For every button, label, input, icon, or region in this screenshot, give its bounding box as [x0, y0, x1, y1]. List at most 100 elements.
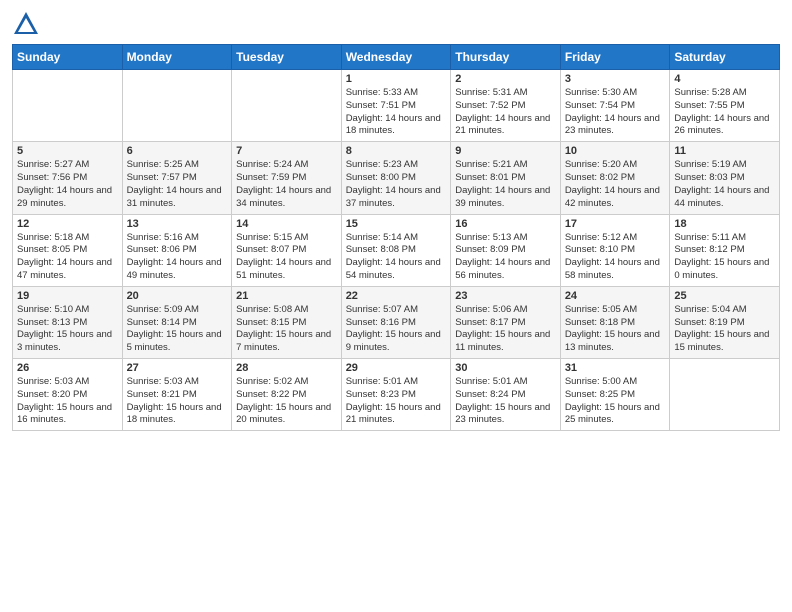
day-detail: Sunrise: 5:05 AM Sunset: 8:18 PM Dayligh… [565, 304, 666, 355]
calendar-cell: 13 Sunrise: 5:16 AM Sunset: 8:06 PM Dayli… [122, 214, 232, 286]
calendar-cell: 15 Sunrise: 5:14 AM Sunset: 8:08 PM Dayli… [341, 214, 451, 286]
calendar-cell: 29 Sunrise: 5:01 AM Sunset: 8:23 PM Dayli… [341, 359, 451, 431]
day-number: 18 [674, 218, 775, 230]
calendar-cell: 18 Sunrise: 5:11 AM Sunset: 8:12 PM Dayli… [670, 214, 780, 286]
logo-icon [12, 10, 40, 38]
calendar-cell [122, 70, 232, 142]
day-detail: Sunrise: 5:01 AM Sunset: 8:24 PM Dayligh… [455, 376, 556, 427]
day-number: 16 [455, 218, 556, 230]
calendar-cell: 8Sunrise: 5:23 AM Sunset: 8:00 PM Daylig… [341, 142, 451, 214]
calendar-cell: 25Sunrise: 5:04 AM Sunset: 8:19 PM Dayli… [670, 286, 780, 358]
day-detail: Sunrise: 5:03 AM Sunset: 8:21 PM Dayligh… [127, 376, 228, 427]
day-detail: Sunrise: 5:08 AM Sunset: 8:15 PM Dayligh… [236, 304, 337, 355]
calendar-cell: 23 Sunrise: 5:06 AM Sunset: 8:17 PM Dayli… [451, 286, 561, 358]
day-number: 21 [236, 290, 337, 302]
header-tuesday: Tuesday [232, 45, 342, 70]
day-detail: Sunrise: 5:27 AM Sunset: 7:56 PM Dayligh… [17, 159, 118, 210]
day-detail: Sunrise: 5:30 AM Sunset: 7:54 PM Dayligh… [565, 87, 666, 138]
calendar-cell: 9 Sunrise: 5:21 AM Sunset: 8:01 PM Daylig… [451, 142, 561, 214]
day-detail: Sunrise: 5:16 AM Sunset: 8:06 PM Dayligh… [127, 232, 228, 283]
calendar-cell: 30 Sunrise: 5:01 AM Sunset: 8:24 PM Dayli… [451, 359, 561, 431]
page: Sunday Monday Tuesday Wednesday Thursday… [0, 0, 792, 612]
day-detail: Sunrise: 5:21 AM Sunset: 8:01 PM Dayligh… [455, 159, 556, 210]
day-detail: Sunrise: 5:15 AM Sunset: 8:07 PM Dayligh… [236, 232, 337, 283]
day-detail: Sunrise: 5:09 AM Sunset: 8:14 PM Dayligh… [127, 304, 228, 355]
logo [12, 10, 44, 38]
day-number: 30 [455, 362, 556, 374]
day-number: 20 [127, 290, 228, 302]
calendar-cell: 4Sunrise: 5:28 AM Sunset: 7:55 PM Daylig… [670, 70, 780, 142]
day-number: 14 [236, 218, 337, 230]
day-number: 4 [674, 73, 775, 85]
calendar-table: Sunday Monday Tuesday Wednesday Thursday… [12, 44, 780, 431]
calendar-cell: 22 Sunrise: 5:07 AM Sunset: 8:16 PM Dayli… [341, 286, 451, 358]
header-friday: Friday [560, 45, 670, 70]
day-number: 11 [674, 145, 775, 157]
week-row-1: 1Sunrise: 5:33 AM Sunset: 7:51 PM Daylig… [13, 70, 780, 142]
day-number: 19 [17, 290, 118, 302]
day-number: 15 [346, 218, 447, 230]
day-detail: Sunrise: 5:10 AM Sunset: 8:13 PM Dayligh… [17, 304, 118, 355]
day-detail: Sunrise: 5:23 AM Sunset: 8:00 PM Dayligh… [346, 159, 447, 210]
day-detail: Sunrise: 5:07 AM Sunset: 8:16 PM Dayligh… [346, 304, 447, 355]
header-saturday: Saturday [670, 45, 780, 70]
week-row-5: 26 Sunrise: 5:03 AM Sunset: 8:20 PM Dayli… [13, 359, 780, 431]
day-detail: Sunrise: 5:00 AM Sunset: 8:25 PM Dayligh… [565, 376, 666, 427]
day-number: 13 [127, 218, 228, 230]
calendar-cell: 17 Sunrise: 5:12 AM Sunset: 8:10 PM Dayli… [560, 214, 670, 286]
day-number: 10 [565, 145, 666, 157]
day-number: 28 [236, 362, 337, 374]
day-detail: Sunrise: 5:06 AM Sunset: 8:17 PM Dayligh… [455, 304, 556, 355]
day-number: 2 [455, 73, 556, 85]
calendar-cell: 21 Sunrise: 5:08 AM Sunset: 8:15 PM Dayli… [232, 286, 342, 358]
day-detail: Sunrise: 5:18 AM Sunset: 8:05 PM Dayligh… [17, 232, 118, 283]
day-detail: Sunrise: 5:24 AM Sunset: 7:59 PM Dayligh… [236, 159, 337, 210]
calendar-cell: 20 Sunrise: 5:09 AM Sunset: 8:14 PM Dayli… [122, 286, 232, 358]
calendar-cell: 6 Sunrise: 5:25 AM Sunset: 7:57 PM Daylig… [122, 142, 232, 214]
header-sunday: Sunday [13, 45, 123, 70]
day-detail: Sunrise: 5:20 AM Sunset: 8:02 PM Dayligh… [565, 159, 666, 210]
day-number: 25 [674, 290, 775, 302]
day-number: 9 [455, 145, 556, 157]
calendar-cell: 14 Sunrise: 5:15 AM Sunset: 8:07 PM Dayli… [232, 214, 342, 286]
day-detail: Sunrise: 5:25 AM Sunset: 7:57 PM Dayligh… [127, 159, 228, 210]
day-detail: Sunrise: 5:12 AM Sunset: 8:10 PM Dayligh… [565, 232, 666, 283]
day-number: 29 [346, 362, 447, 374]
calendar-cell: 28 Sunrise: 5:02 AM Sunset: 8:22 PM Dayli… [232, 359, 342, 431]
calendar-cell: 12 Sunrise: 5:18 AM Sunset: 8:05 PM Dayli… [13, 214, 123, 286]
day-number: 12 [17, 218, 118, 230]
week-row-3: 12 Sunrise: 5:18 AM Sunset: 8:05 PM Dayli… [13, 214, 780, 286]
weekday-header-row: Sunday Monday Tuesday Wednesday Thursday… [13, 45, 780, 70]
header-monday: Monday [122, 45, 232, 70]
calendar-cell: 19 Sunrise: 5:10 AM Sunset: 8:13 PM Dayli… [13, 286, 123, 358]
day-number: 31 [565, 362, 666, 374]
calendar-cell [232, 70, 342, 142]
calendar-cell: 7 Sunrise: 5:24 AM Sunset: 7:59 PM Daylig… [232, 142, 342, 214]
header-thursday: Thursday [451, 45, 561, 70]
calendar-cell: 31 Sunrise: 5:00 AM Sunset: 8:25 PM Dayli… [560, 359, 670, 431]
calendar-cell: 10 Sunrise: 5:20 AM Sunset: 8:02 PM Dayli… [560, 142, 670, 214]
day-detail: Sunrise: 5:14 AM Sunset: 8:08 PM Dayligh… [346, 232, 447, 283]
calendar-cell: 16 Sunrise: 5:13 AM Sunset: 8:09 PM Dayli… [451, 214, 561, 286]
day-detail: Sunrise: 5:01 AM Sunset: 8:23 PM Dayligh… [346, 376, 447, 427]
day-detail: Sunrise: 5:11 AM Sunset: 8:12 PM Dayligh… [674, 232, 775, 283]
calendar-cell: 27Sunrise: 5:03 AM Sunset: 8:21 PM Dayli… [122, 359, 232, 431]
header-wednesday: Wednesday [341, 45, 451, 70]
week-row-4: 19 Sunrise: 5:10 AM Sunset: 8:13 PM Dayli… [13, 286, 780, 358]
calendar-cell: 2 Sunrise: 5:31 AM Sunset: 7:52 PM Daylig… [451, 70, 561, 142]
day-number: 3 [565, 73, 666, 85]
day-number: 17 [565, 218, 666, 230]
day-number: 6 [127, 145, 228, 157]
day-number: 22 [346, 290, 447, 302]
day-detail: Sunrise: 5:13 AM Sunset: 8:09 PM Dayligh… [455, 232, 556, 283]
day-number: 23 [455, 290, 556, 302]
day-number: 26 [17, 362, 118, 374]
day-detail: Sunrise: 5:31 AM Sunset: 7:52 PM Dayligh… [455, 87, 556, 138]
day-detail: Sunrise: 5:03 AM Sunset: 8:20 PM Dayligh… [17, 376, 118, 427]
header [12, 10, 780, 38]
day-number: 7 [236, 145, 337, 157]
day-detail: Sunrise: 5:02 AM Sunset: 8:22 PM Dayligh… [236, 376, 337, 427]
calendar-cell: 11Sunrise: 5:19 AM Sunset: 8:03 PM Dayli… [670, 142, 780, 214]
calendar-cell [670, 359, 780, 431]
day-number: 5 [17, 145, 118, 157]
